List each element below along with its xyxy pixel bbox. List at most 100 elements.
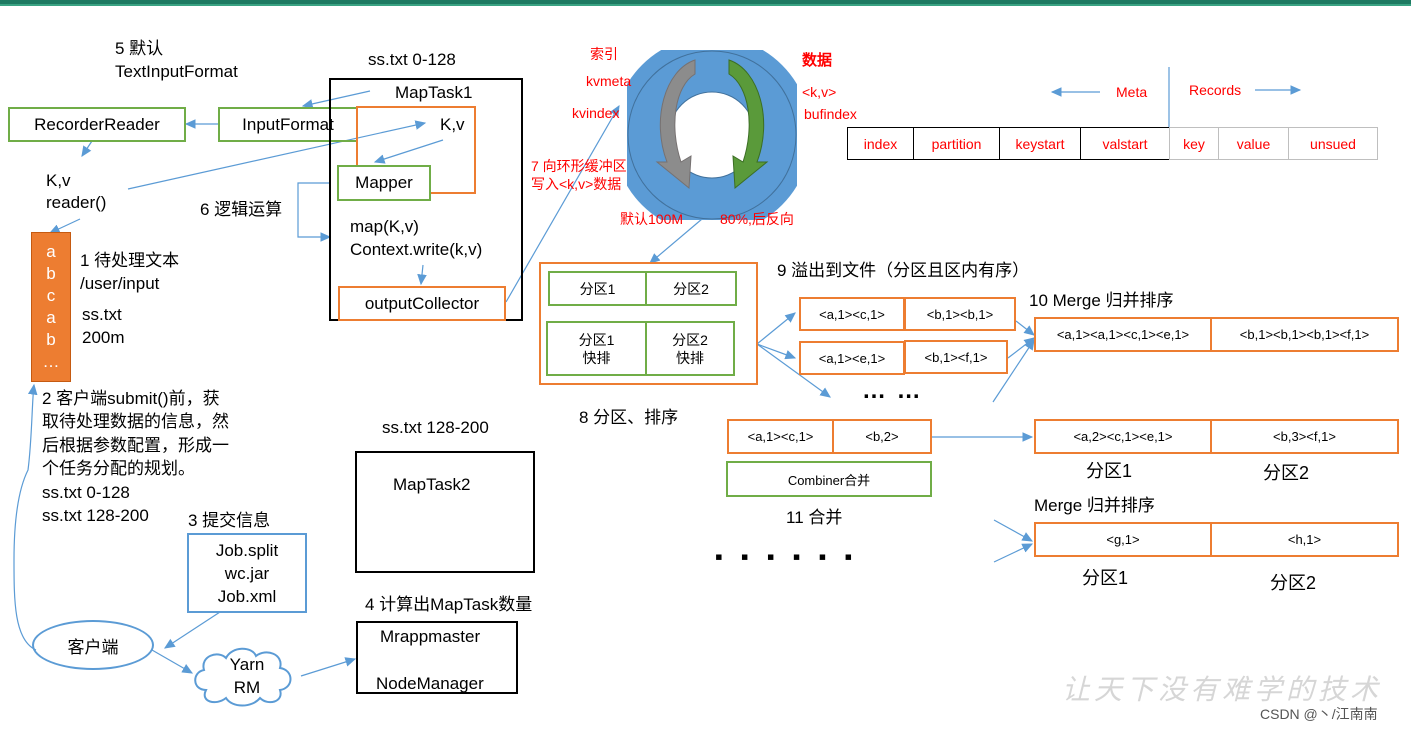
file-size-label: 200m	[82, 328, 125, 347]
step8-label: 8 分区、排序	[579, 408, 679, 427]
merged-part1: <a,1><a,1><c,1><e,1>	[1034, 317, 1212, 352]
arrow-reader-to-kv	[81, 140, 93, 157]
spill2-part1: <a,1><e,1>	[799, 341, 905, 375]
final-partition1-label: 分区1	[1082, 568, 1129, 588]
yarn-label: Yarn	[229, 655, 265, 674]
arrow-to-final-1	[993, 519, 1034, 542]
split1-label: ss.txt 0-128	[42, 483, 130, 502]
buffer-cell-index: index	[847, 127, 914, 160]
file-chars: a b c a b…	[32, 233, 70, 373]
file-char: b	[46, 330, 56, 349]
inner-kv-label: K,v	[440, 115, 465, 134]
step10-label: 10 Merge 归并排序	[1029, 291, 1174, 310]
step2-line-3: 后根据参数配置，形成一	[42, 436, 229, 455]
buffer-cell-value: value	[1218, 127, 1289, 160]
partition1-sort-title: 分区1	[578, 331, 615, 348]
maptask1-range: ss.txt 0-128	[368, 50, 456, 69]
file-char: a	[46, 308, 56, 327]
step7-label-1: 7 向环形缓冲区	[531, 158, 627, 174]
map-call: map(K,v)	[350, 217, 419, 236]
ring-kvmeta-label: kvmeta	[586, 73, 632, 89]
spill-ellipsis: … …	[862, 377, 923, 404]
arrow-partition-to-spill1	[756, 312, 796, 345]
partition2-box: 分区2	[645, 271, 737, 306]
maptask2-title: MapTask2	[393, 475, 471, 494]
step1-label-2: /user/input	[80, 274, 160, 293]
step6-label: 6 逻辑运算	[200, 200, 283, 219]
step11-label: 11 合并	[786, 508, 843, 527]
merged-part2: <b,1><b,1><b,1><f,1>	[1210, 317, 1399, 352]
merge2-label: Merge 归并排序	[1034, 496, 1155, 515]
rm-label: RM	[233, 678, 261, 697]
step2-line-1: 2 客户端submit()前，获	[42, 389, 220, 408]
maptask1-title: MapTask1	[395, 83, 473, 102]
arrow-to-final-2	[993, 543, 1034, 563]
combined-part2: <b,3><f,1>	[1210, 419, 1399, 454]
partition2-sort-method: 快排	[676, 349, 704, 366]
step9-label: 9 溢出到文件（分区且区内有序）	[777, 261, 1030, 280]
wc-jar: wc.jar	[224, 563, 270, 583]
arrow-mapper-loop	[297, 182, 332, 242]
combined-part1: <a,2><c,1><e,1>	[1034, 419, 1212, 454]
partition1-sort-box: 分区1 快排	[546, 321, 647, 376]
ring-buffer-icon	[627, 50, 797, 220]
partition2-sort-title: 分区2	[672, 331, 708, 348]
partition2-sort-box: 分区2 快排	[645, 321, 735, 376]
spill2-part2: <b,1><f,1>	[904, 340, 1008, 374]
arrow-reader-to-file	[48, 218, 81, 234]
kv-label: K,v	[46, 171, 71, 190]
ring-threshold-label: 80%,后反向	[720, 211, 794, 227]
arrow-partition-to-spill2	[756, 343, 797, 360]
final-part1: <g,1>	[1034, 522, 1212, 557]
output-collector-box: outputCollector	[338, 286, 506, 321]
ring-default-label: 默认100M	[620, 211, 684, 227]
combine-in-part2: <b,2>	[832, 419, 932, 454]
step2-line-4: 个任务分配的规划。	[42, 459, 195, 478]
ring-bufindex-label: bufindex	[804, 106, 857, 122]
spill1-part1: <a,1><c,1>	[799, 297, 905, 331]
reader-call-label: reader()	[46, 193, 107, 212]
job-split: Job.split	[215, 540, 279, 560]
nodemanager-label: NodeManager	[376, 674, 484, 693]
file-char: …	[42, 352, 60, 371]
arrow-spill1-to-merge	[1015, 320, 1035, 336]
split2-label: ss.txt 128-200	[42, 506, 149, 525]
buffer-cell-partition: partition	[913, 127, 1000, 160]
combiner-box: Combiner合并	[726, 461, 932, 497]
step2-line-2: 取待处理数据的信息，然	[42, 412, 229, 431]
buffer-cell-valstart: valstart	[1080, 127, 1170, 160]
step1-label-1: 1 待处理文本	[80, 251, 180, 270]
maptask2-range: ss.txt 128-200	[382, 418, 489, 437]
buffer-cell-unused: unsued	[1288, 127, 1378, 160]
buffer-cell-keystart: keystart	[999, 127, 1081, 160]
combine-in-part1: <a,1><c,1>	[727, 419, 834, 454]
step5-label-1: 5 默认	[115, 39, 164, 58]
final-part2: <h,1>	[1210, 522, 1399, 557]
file-name-label: ss.txt	[82, 305, 122, 324]
arrow-client-to-yarn	[151, 649, 194, 674]
job-files-box: Job.split wc.jar Job.xml	[187, 533, 307, 613]
input-file-block: a b c a b…	[31, 232, 71, 382]
file-char: a	[46, 242, 56, 261]
meta-label: Meta	[1116, 84, 1148, 100]
buffer-cell-key: key	[1169, 127, 1219, 160]
ring-kvindex-label: kvindex	[572, 105, 620, 121]
step7-label-2: 写入<k,v>数据	[531, 176, 622, 192]
combined-partition1-label: 分区1	[1086, 461, 1133, 481]
csdn-credit: CSDN @丶/江南南	[1260, 706, 1378, 722]
step5-label-2: TextInputFormat	[115, 62, 238, 81]
yarn-cloud-icon	[194, 647, 292, 707]
recorder-reader-box: RecorderReader	[8, 107, 186, 142]
spill1-part2: <b,1><b,1>	[904, 297, 1016, 331]
arrow-spill2-to-merge	[1007, 337, 1035, 359]
ring-data-label: 数据	[802, 52, 833, 69]
context-write: Context.write(k,v)	[350, 240, 483, 259]
step4-label: 4 计算出MapTask数量	[365, 595, 533, 614]
client-ellipse: 客户端	[32, 620, 154, 670]
mapper-box: Mapper	[337, 165, 431, 201]
combined-partition2-label: 分区2	[1263, 463, 1310, 483]
watermark: 让天下没有难学的技术	[1062, 673, 1383, 706]
partition1-sort-method: 快排	[582, 349, 611, 366]
file-char: b	[46, 264, 56, 283]
mrappmaster-label: Mrappmaster	[380, 627, 481, 646]
